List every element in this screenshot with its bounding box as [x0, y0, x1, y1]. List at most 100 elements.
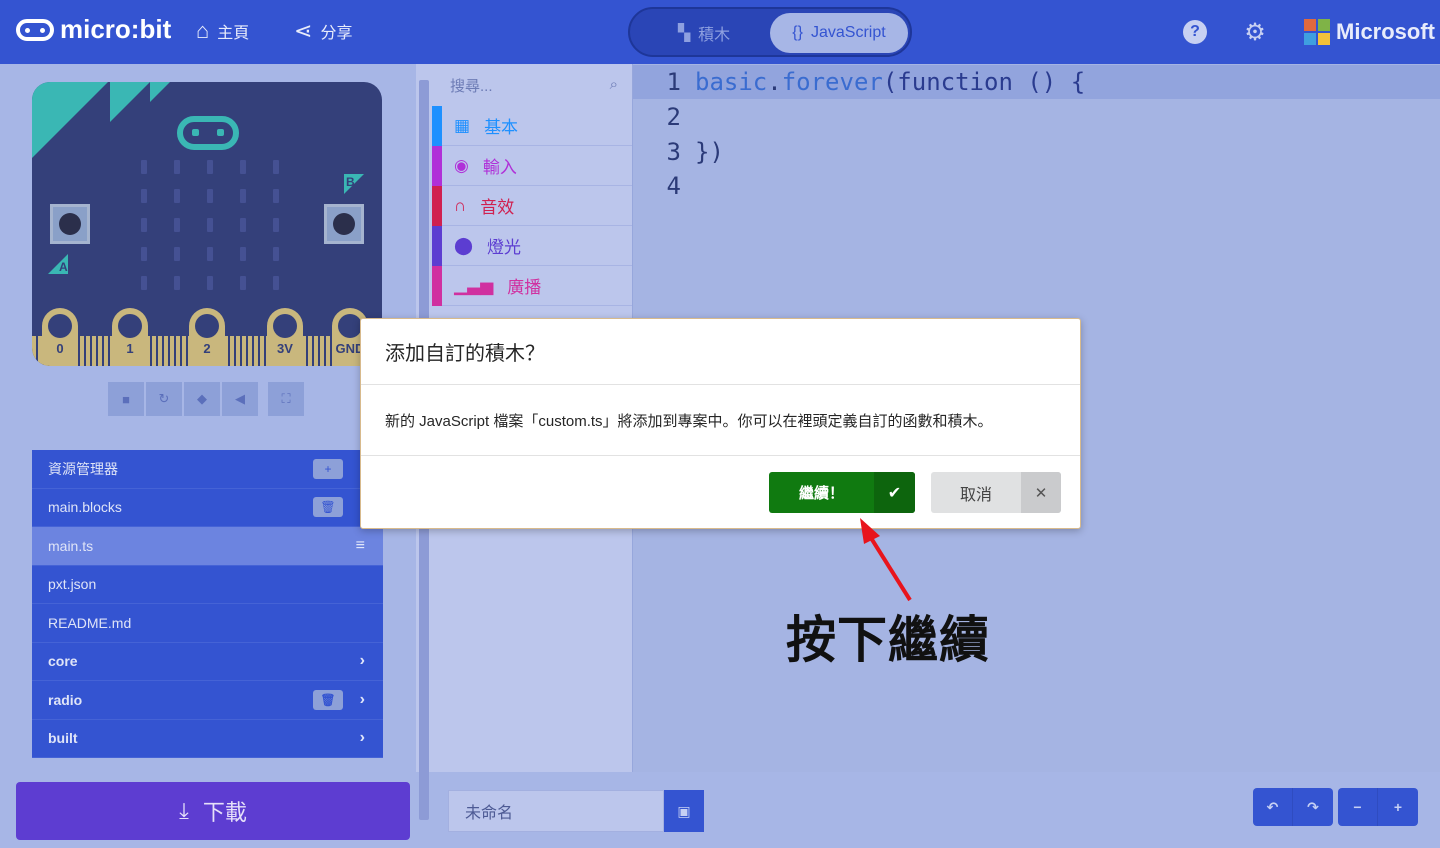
- restart-icon[interactable]: ↻: [146, 382, 182, 416]
- pin-label: 2: [203, 341, 211, 356]
- simulator-toolbar: ■ ↻ ◆ ◀: [108, 382, 258, 416]
- code-token: (function () {: [882, 68, 1086, 96]
- file-label: pxt.json: [48, 576, 97, 593]
- home-button[interactable]: ⌂ 主頁: [196, 18, 249, 44]
- category-radio[interactable]: ▁▃▅ 廣播: [432, 266, 632, 306]
- led: [240, 218, 246, 232]
- toggle-icon: ⬤: [454, 235, 474, 255]
- tab-javascript[interactable]: {} JavaScript: [770, 13, 908, 53]
- mute-icon[interactable]: ◀: [222, 382, 258, 416]
- undo-icon[interactable]: ↶: [1253, 788, 1293, 826]
- file-item-pxt-json[interactable]: pxt.json: [32, 566, 383, 604]
- file-item-readme[interactable]: README.md: [32, 604, 383, 643]
- pin-1[interactable]: [112, 308, 148, 366]
- microbit-logo-icon: [16, 18, 54, 41]
- home-label: 主頁: [217, 25, 250, 42]
- led: [207, 189, 213, 203]
- led: [273, 160, 279, 174]
- tab-javascript-label: JavaScript: [810, 24, 886, 41]
- dialog-footer: 繼續！ ✔ 取消 ✕: [361, 456, 1080, 528]
- chevron-right-icon: ›: [359, 729, 365, 747]
- category-basic[interactable]: ▦ 基本: [432, 106, 632, 146]
- pin-3v[interactable]: [267, 308, 303, 366]
- puzzle-icon: ▚: [677, 25, 691, 42]
- zoom-group: − +: [1338, 788, 1418, 826]
- search-icon: ⌕: [609, 76, 618, 93]
- pin-2[interactable]: [189, 308, 225, 366]
- continue-label: 繼續！: [798, 485, 844, 502]
- microbit-simulator[interactable]: A B 0 1 2 3V GND: [32, 82, 382, 366]
- microbit-logo[interactable]: micro:bit: [16, 14, 171, 45]
- toolbox-search[interactable]: 搜尋... ⌕: [432, 64, 632, 106]
- trash-icon[interactable]: 🗑: [313, 689, 343, 710]
- led: [141, 160, 147, 174]
- category-input[interactable]: ◉ 輸入: [432, 146, 632, 186]
- tab-blocks[interactable]: ▚ 積木: [640, 13, 768, 53]
- cancel-label: 取消: [959, 486, 992, 504]
- pin-label: 1: [126, 341, 134, 356]
- category-label: 音效: [480, 198, 515, 217]
- share-label: 分享: [320, 25, 353, 42]
- file-item-main-blocks[interactable]: main.blocks 🗑: [32, 489, 383, 527]
- led: [240, 247, 246, 261]
- add-custom-blocks-dialog: 添加自訂的積木？ 新的 JavaScript 檔案「custom.ts」將添加到…: [360, 318, 1081, 529]
- code-line[interactable]: 4: [633, 169, 1440, 203]
- cancel-button[interactable]: 取消 ✕: [931, 472, 1061, 513]
- home-icon: ⌂: [196, 18, 210, 43]
- grid-icon: ▦: [454, 115, 471, 135]
- pin-label: 3V: [277, 341, 293, 356]
- board-logo-icon: [177, 116, 239, 150]
- save-icon[interactable]: ▣: [664, 790, 704, 832]
- zoom-out-icon[interactable]: −: [1338, 788, 1378, 826]
- led: [273, 218, 279, 232]
- continue-button[interactable]: 繼續！ ✔: [769, 472, 915, 513]
- pin-0[interactable]: [42, 308, 78, 366]
- category-label: 燈光: [487, 238, 522, 257]
- led: [207, 276, 213, 290]
- microsoft-logo[interactable]: Microsoft: [1304, 19, 1435, 45]
- folder-item-radio[interactable]: radio 🗑 ›: [32, 681, 383, 720]
- category-color-bar: [432, 106, 442, 146]
- button-b[interactable]: [324, 204, 364, 244]
- settings-gear-icon[interactable]: ⚙: [1243, 19, 1267, 46]
- button-a-label: A: [59, 260, 68, 274]
- redo-icon[interactable]: ↷: [1293, 788, 1333, 826]
- code-line[interactable]: 2: [633, 100, 1440, 134]
- line-number: 2: [666, 103, 681, 131]
- trash-icon[interactable]: 🗑: [313, 497, 343, 518]
- code-line[interactable]: 1 basic . forever (function () {: [633, 65, 1440, 99]
- braces-icon: {}: [792, 24, 803, 41]
- annotation-arrow-icon: [860, 518, 912, 602]
- folder-item-built[interactable]: built ›: [32, 720, 383, 758]
- code-line[interactable]: 3 }): [633, 135, 1440, 169]
- led: [141, 218, 147, 232]
- stop-icon[interactable]: ■: [108, 382, 144, 416]
- share-button[interactable]: ⋖ 分享: [294, 18, 352, 44]
- add-file-icon[interactable]: +: [313, 458, 343, 479]
- chevron-right-icon: ›: [359, 690, 365, 708]
- category-led[interactable]: ⬤ 燈光: [432, 226, 632, 266]
- code-token: }): [695, 138, 724, 166]
- slowmo-icon[interactable]: ◆: [184, 382, 220, 416]
- file-item-main-ts[interactable]: main.ts ≡: [32, 527, 383, 566]
- zoom-in-icon[interactable]: +: [1378, 788, 1418, 826]
- fullscreen-icon[interactable]: ⛶: [268, 382, 304, 416]
- share-icon: ⋖: [294, 18, 313, 43]
- project-name-input[interactable]: 未命名: [448, 790, 664, 832]
- led: [207, 218, 213, 232]
- annotation-callout: 按下繼續: [786, 612, 990, 668]
- category-music[interactable]: ∩ 音效: [432, 186, 632, 226]
- explorer-header[interactable]: 資源管理器 +: [32, 450, 383, 489]
- button-a[interactable]: [50, 204, 90, 244]
- search-input[interactable]: 搜尋...: [450, 75, 493, 96]
- led: [174, 189, 180, 203]
- download-button[interactable]: ⤓ 下載: [16, 782, 410, 840]
- checkmark-icon: ✔: [874, 472, 915, 513]
- category-label: 基本: [484, 118, 519, 137]
- led: [174, 160, 180, 174]
- help-icon[interactable]: ?: [1183, 20, 1207, 44]
- led: [273, 276, 279, 290]
- folder-label: built: [48, 730, 78, 747]
- folder-item-core[interactable]: core ›: [32, 643, 383, 681]
- line-number: 4: [666, 172, 681, 200]
